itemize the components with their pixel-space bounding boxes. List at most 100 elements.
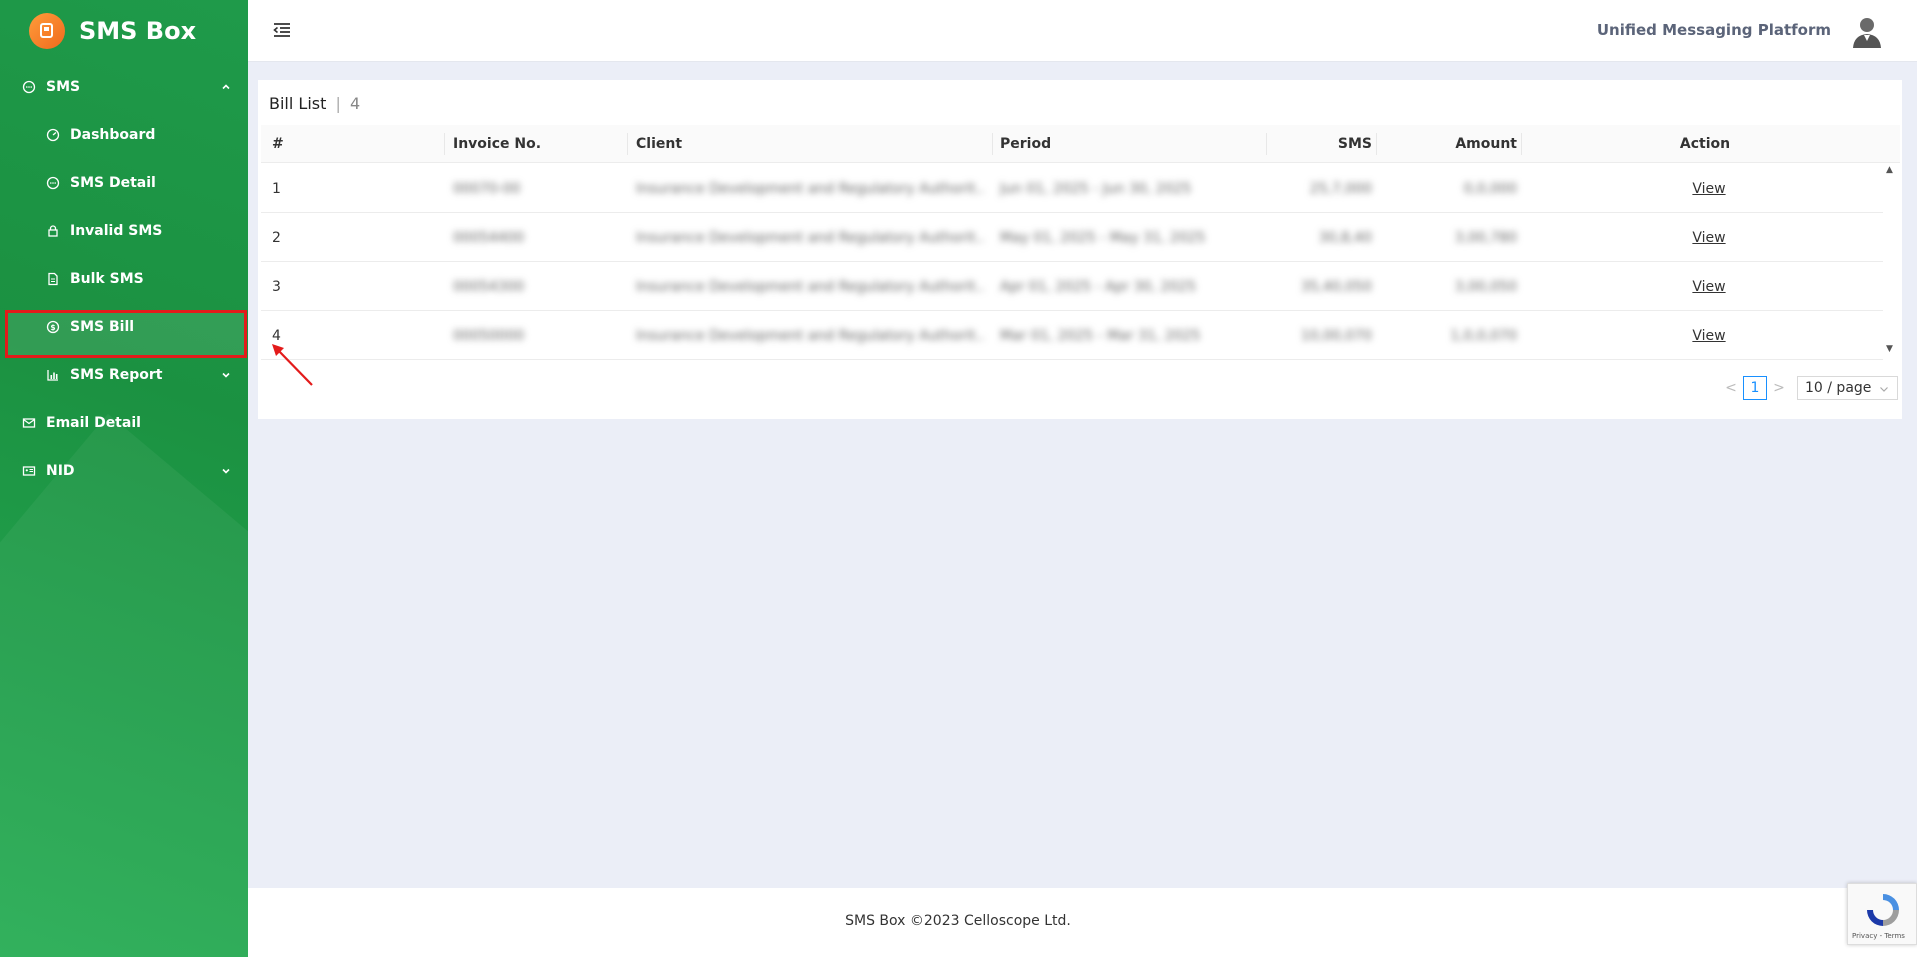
document-icon: [46, 272, 60, 286]
brand-logo-icon: [29, 13, 65, 49]
chat-bubble-icon: [22, 80, 36, 94]
page-size-value: 10 / page: [1805, 380, 1872, 396]
sidebar: SMS Box SMS Dashboard SMS Detail Invalid…: [0, 0, 248, 957]
row-amount: 0,0,000: [1463, 180, 1517, 197]
pagination: < 1 > 10 / page: [1721, 376, 1898, 400]
sidebar-item-dashboard[interactable]: Dashboard: [0, 115, 248, 155]
chevron-down-icon: [1879, 382, 1889, 392]
row-amount: 3,00,780: [1454, 229, 1517, 246]
sidebar-item-sms-report[interactable]: SMS Report: [0, 355, 248, 395]
table-row: 2 00054400 Insurance Development and Reg…: [261, 213, 1883, 262]
row-sms: 35,40,050: [1300, 278, 1372, 295]
card-title-text: Bill List: [269, 94, 327, 113]
row-client: Insurance Development and Regulatory Aut…: [636, 278, 986, 295]
sidebar-item-label: SMS Detail: [70, 175, 156, 191]
sidebar-group-sms-label: SMS: [46, 79, 81, 95]
row-invoice: 00054300: [453, 278, 525, 295]
column-divider: [627, 133, 628, 155]
row-index: 2: [272, 229, 281, 246]
sidebar-item-sms-detail[interactable]: SMS Detail: [0, 163, 248, 203]
column-header-action: Action: [1679, 136, 1731, 152]
brand-name: SMS Box: [79, 17, 197, 45]
table-header: # Invoice No. Client Period SMS Amount A…: [261, 125, 1900, 163]
row-amount: 1,0,0,070: [1450, 327, 1517, 344]
sidebar-item-email-detail[interactable]: Email Detail: [0, 403, 248, 443]
sidebar-item-label: Invalid SMS: [70, 223, 163, 239]
column-divider: [444, 133, 445, 155]
column-header-index: #: [272, 136, 284, 152]
table-row: 3 00054300 Insurance Development and Reg…: [261, 262, 1883, 311]
menu-collapse-icon[interactable]: [272, 20, 292, 40]
row-index: 1: [272, 180, 281, 197]
view-link[interactable]: View: [1692, 279, 1725, 295]
recaptcha-text[interactable]: Privacy - Terms: [1852, 932, 1905, 940]
row-sms: 10,00,070: [1300, 327, 1372, 344]
column-divider: [1521, 133, 1522, 155]
row-period: Jun 01, 2025 - Jun 30, 2025: [1000, 180, 1192, 197]
view-link[interactable]: View: [1692, 328, 1725, 344]
chevron-down-icon: [220, 369, 232, 381]
bill-count: 4: [349, 94, 361, 113]
column-divider: [1376, 133, 1377, 155]
sidebar-item-label: NID: [46, 463, 75, 479]
envelope-icon: [22, 416, 36, 430]
row-client: Insurance Development and Regulatory Aut…: [636, 180, 986, 197]
page-number-button[interactable]: 1: [1743, 376, 1767, 400]
user-avatar-icon[interactable]: [1849, 13, 1885, 49]
footer-copyright: SMS Box ©2023 Celloscope Ltd.: [845, 913, 1071, 929]
row-invoice: 00050000: [453, 327, 525, 344]
dollar-circle-icon: $: [46, 320, 60, 334]
sidebar-group-nid[interactable]: NID: [0, 451, 248, 491]
svg-text:$: $: [50, 323, 55, 332]
sidebar-group-sms[interactable]: SMS: [0, 67, 248, 107]
column-header-sms: SMS: [1337, 136, 1372, 152]
bill-list-card: Bill List | 4 # Invoice No. Client Perio…: [258, 80, 1902, 419]
sidebar-item-label: Bulk SMS: [70, 271, 144, 287]
card-title-separator: |: [335, 94, 341, 113]
view-link[interactable]: View: [1692, 181, 1725, 197]
row-period: Mar 01, 2025 - Mar 31, 2025: [1000, 327, 1201, 344]
top-bar: Unified Messaging Platform: [248, 0, 1917, 62]
row-client: Insurance Development and Regulatory Aut…: [636, 327, 986, 344]
row-client: Insurance Development and Regulatory Aut…: [636, 229, 986, 246]
platform-title: Unified Messaging Platform: [1596, 21, 1831, 39]
column-header-invoice: Invoice No.: [453, 136, 542, 152]
row-invoice: 00054400: [453, 229, 525, 246]
card-title: Bill List | 4: [269, 94, 360, 113]
column-header-amount: Amount: [1455, 136, 1517, 152]
column-divider: [1266, 133, 1267, 155]
prev-page-button[interactable]: <: [1721, 380, 1741, 396]
annotation-arrow-icon: [272, 344, 313, 386]
recaptcha-badge[interactable]: Privacy - Terms: [1847, 883, 1917, 945]
gauge-icon: [46, 128, 60, 142]
row-period: Apr 01, 2025 - Apr 30, 2025: [1000, 278, 1196, 295]
sidebar-item-bulk-sms[interactable]: Bulk SMS: [0, 259, 248, 299]
row-invoice: 00070-00: [453, 180, 521, 197]
chevron-down-icon: [220, 465, 232, 477]
chevron-up-icon: [220, 81, 232, 93]
next-page-button[interactable]: >: [1769, 380, 1789, 396]
footer: SMS Box ©2023 Celloscope Ltd.: [248, 888, 1917, 957]
row-amount: 3,00,050: [1454, 278, 1517, 295]
column-header-client: Client: [636, 136, 683, 152]
column-divider: [992, 133, 993, 155]
sidebar-item-sms-bill[interactable]: $ SMS Bill: [0, 307, 248, 347]
id-card-icon: [22, 464, 36, 478]
page-size-select[interactable]: 10 / page: [1797, 376, 1898, 400]
row-sms: 30,8,40: [1318, 229, 1372, 246]
view-link[interactable]: View: [1692, 230, 1725, 246]
bar-chart-icon: [46, 368, 60, 382]
sidebar-item-label: Email Detail: [46, 415, 141, 431]
sidebar-item-label: SMS Report: [70, 367, 163, 383]
sidebar-item-label: Dashboard: [70, 127, 156, 143]
table-row: 4 00050000 Insurance Development and Reg…: [261, 311, 1883, 360]
row-index: 3: [272, 278, 281, 295]
column-header-period: Period: [1000, 136, 1052, 152]
sidebar-item-label: SMS Bill: [70, 319, 135, 335]
chat-bubble-icon: [46, 176, 60, 190]
recaptcha-logo-icon: [1867, 894, 1899, 926]
lock-icon: [46, 224, 60, 238]
brand[interactable]: SMS Box: [29, 13, 196, 49]
sidebar-item-invalid-sms[interactable]: Invalid SMS: [0, 211, 248, 251]
row-sms: 25,7,000: [1309, 180, 1372, 197]
